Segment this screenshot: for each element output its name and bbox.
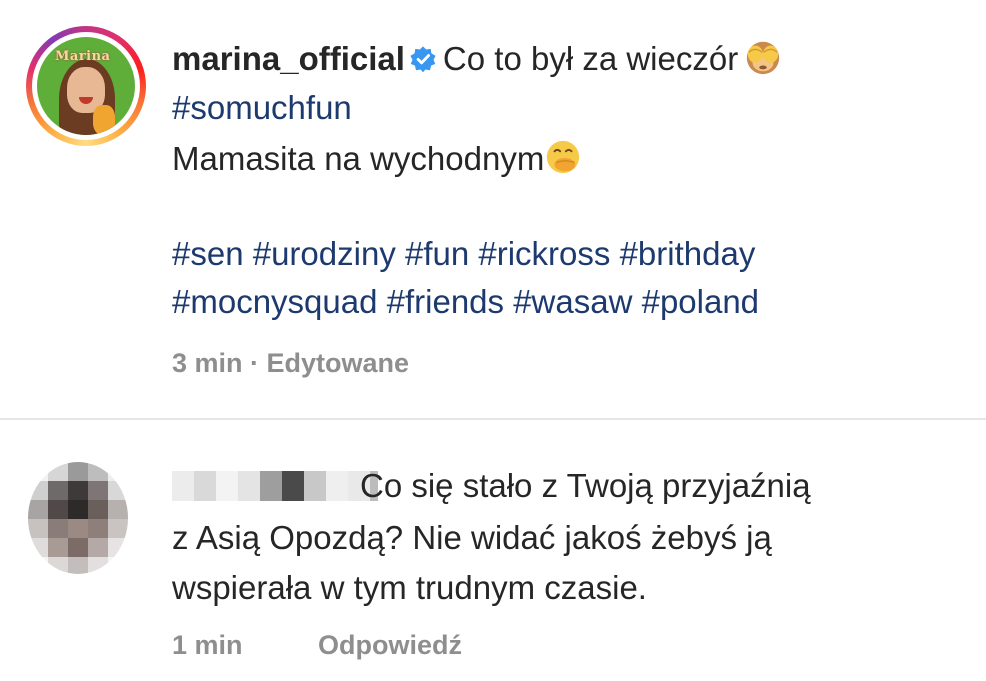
hashtags-line-1[interactable]: #sen #urodziny #fun #rickross #brithday [172,234,755,274]
username-link[interactable]: marina_official [172,40,405,77]
caption-text-2: Mamasita na wychodnym [172,140,545,177]
comment-time: 1 min [172,630,243,660]
hashtags-line-2[interactable]: #mocnysquad #friends #wasaw #poland [172,282,759,322]
post-meta: 3 min · Edytowane [172,348,410,378]
comment-text-line-2: z Asią Opozdą? Nie widać jakoś żebyś ją [172,519,772,556]
caption-line-3: Mamasita na wychodnym [172,138,582,179]
comment-text-line-3: wspierała w tym trudnym czasie. [172,569,647,606]
see-no-evil-monkey-icon [747,41,780,75]
avatar-logo: Marina [55,49,111,64]
caption-text: Co to był za wieczór [442,40,739,77]
reply-button[interactable]: Odpowiedź [318,628,462,662]
hashtag-link-somuchfun[interactable]: #somuchfun [172,88,352,128]
verified-badge-icon [410,46,436,73]
commenter-username-pixelated[interactable] [172,466,378,506]
caption-line-1: marina_official Co to był za wieczór [172,38,782,79]
commenter-avatar-pixelated[interactable] [28,462,128,574]
divider [0,418,986,420]
story-ring-avatar[interactable]: Marina [26,26,146,146]
comment-text-line-1: Co się stało z Twoją przyjaźnią [360,467,811,504]
avatar: Marina [37,37,135,135]
face-with-hand-over-mouth-icon [547,140,580,174]
post-caption: Marina marina_official Co to był za wiecz… [0,0,986,418]
